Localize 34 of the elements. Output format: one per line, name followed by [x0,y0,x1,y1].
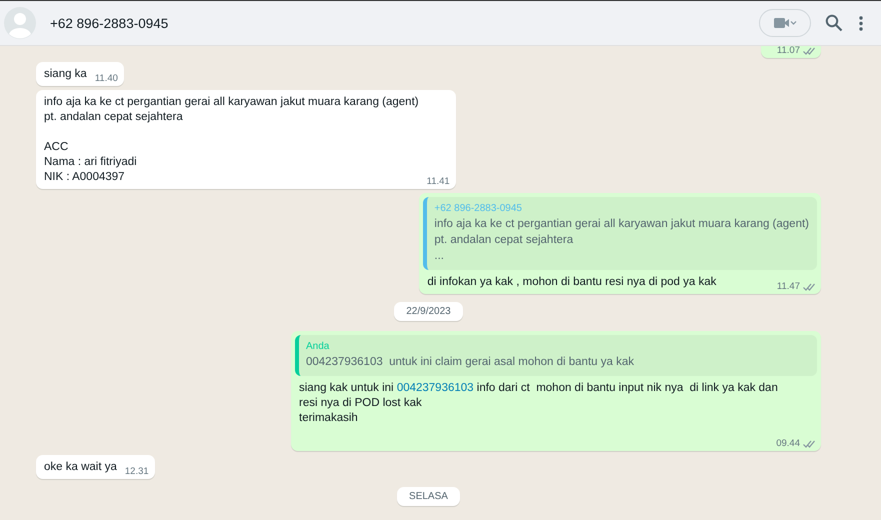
menu-icon [859,16,863,30]
quote-author: +62 896-2883-0945 [434,202,523,216]
message-text: di infokan ya kak , mohon di bantu resi nya di pod ya kak [427,275,716,290]
message-text: pt. andalan cepat sejahtera [44,110,184,125]
message-text: siang kak untuk ini 004237936103 info dari ct mohon di bantu input nik nya di link ya kak dan [299,381,778,396]
message-time: 11.41 [426,176,450,187]
quote-author: Anda [306,340,330,354]
quote-text: ... [434,249,445,264]
date-chip: 22/9/2023 [394,302,463,321]
message-text: resi nya di POD lost kak [299,396,423,411]
quoted-message[interactable]: +62 896-2883-0945 info aja ka ke ct pergantian gerai all karyawan jakut muara karang (agent) pt. andalan cepat sejahtera ... [423,197,817,270]
message-text: oke ka wait ya [44,460,117,475]
message-time: 11.47 [776,281,800,292]
message-text: siang ka [44,67,87,82]
message-time: 12.31 [124,466,149,477]
message-text: terimakasih [299,411,359,426]
video-call-button[interactable] [759,9,811,37]
quote-text: 004237936103 untuk ini claim gerai asal mohon di bantu ya kak [306,355,635,370]
quote-text: pt. andalan cepat sejahtera [434,233,574,248]
menu-button[interactable] [857,14,865,32]
contact-name: +62 896-2883-0945 [50,16,170,30]
video-camera-icon [773,16,797,30]
quoted-message[interactable]: Anda 004237936103 untuk ini claim gerai asal mohon di bantu ya kak [295,335,817,376]
message-text: Nama : ari fitriyadi [44,155,138,170]
message-text: NIK : A0004397 [44,170,126,185]
message-time: 11.40 [94,73,118,84]
message-time: 09.44 [776,438,800,449]
quote-text: info aja ka ke ct pergantian gerai all karyawan jakut muara karang (agent) [434,217,809,232]
number-link[interactable]: 004237936103 [396,382,474,394]
date-chip: SELASA [397,487,460,506]
message-text: ACC [44,140,70,155]
search-button[interactable] [823,12,845,34]
message-text: info aja ka ke ct pergantian gerai all karyawan jakut muara karang (agent) [44,95,419,110]
message-time: 11.07 [776,46,800,56]
